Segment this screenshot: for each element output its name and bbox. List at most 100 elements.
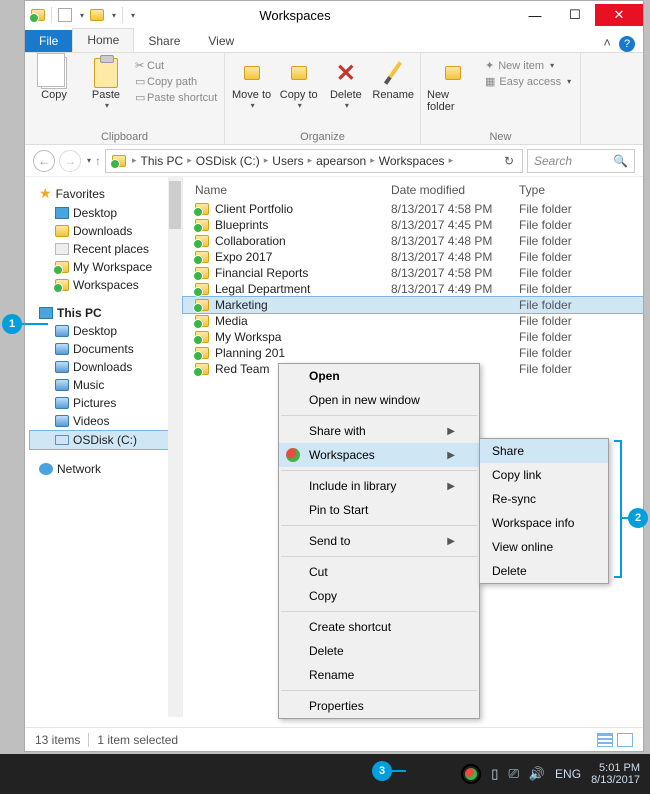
- tray-network-icon[interactable]: ⎚: [508, 766, 518, 782]
- tree-scrollbar[interactable]: [168, 177, 182, 717]
- new-item-button[interactable]: ✦New item ▾: [485, 59, 571, 72]
- location-icon: [112, 155, 126, 167]
- table-row[interactable]: Client Portfolio8/13/2017 4:58 PMFile fo…: [183, 201, 643, 217]
- qat-caret-icon[interactable]: ▾: [80, 11, 84, 20]
- sub-resync[interactable]: Re-sync: [480, 487, 608, 511]
- ctx-cut[interactable]: Cut: [279, 560, 479, 584]
- easy-access-button[interactable]: ▦Easy access ▾: [485, 75, 571, 88]
- tray-battery-icon[interactable]: ▯: [491, 766, 498, 782]
- paste-button[interactable]: Paste▾: [83, 57, 129, 110]
- table-row[interactable]: MediaFile folder: [183, 313, 643, 329]
- star-icon: ★: [39, 185, 52, 202]
- tree-item-downloads[interactable]: Downloads: [29, 222, 182, 240]
- folder-icon: [55, 343, 69, 355]
- folder-icon: [195, 267, 209, 279]
- tree-item[interactable]: Music: [29, 376, 182, 394]
- new-folder-button[interactable]: New folder: [427, 57, 479, 113]
- tree-item[interactable]: Documents: [29, 340, 182, 358]
- table-row[interactable]: My WorkspaFile folder: [183, 329, 643, 345]
- details-view-icon[interactable]: [597, 733, 613, 747]
- table-row[interactable]: Legal Department8/13/2017 4:49 PMFile fo…: [183, 281, 643, 297]
- ctx-rename[interactable]: Rename: [279, 663, 479, 687]
- copy-button[interactable]: Copy: [31, 57, 77, 101]
- ctx-properties[interactable]: Properties: [279, 694, 479, 718]
- help-icon[interactable]: ?: [619, 36, 635, 52]
- tray-language[interactable]: ENG: [555, 767, 581, 781]
- table-row[interactable]: Planning 201File folder: [183, 345, 643, 361]
- favorites-header[interactable]: ★Favorites: [29, 183, 182, 204]
- tab-file[interactable]: File: [25, 30, 72, 52]
- cut-button[interactable]: ✂Cut: [135, 59, 217, 72]
- tray-clock[interactable]: 5:01 PM 8/13/2017: [591, 762, 640, 786]
- close-button[interactable]: ✕: [595, 4, 643, 26]
- rename-button[interactable]: Rename: [372, 57, 414, 101]
- paste-shortcut-button[interactable]: ▭Paste shortcut: [135, 91, 217, 104]
- move-to-button[interactable]: Move to▾: [231, 57, 272, 110]
- sub-delete[interactable]: Delete: [480, 559, 608, 583]
- up-button[interactable]: ↑: [95, 154, 101, 168]
- ctx-include[interactable]: Include in library▶: [279, 474, 479, 498]
- forward-button[interactable]: →: [59, 150, 81, 172]
- tree-item-my-workspace[interactable]: My Workspace: [29, 258, 182, 276]
- copy-path-button[interactable]: ▭Copy path: [135, 75, 217, 88]
- folder-icon: [195, 235, 209, 247]
- ctx-open[interactable]: Open: [279, 364, 479, 388]
- minimize-button[interactable]: —: [515, 4, 555, 26]
- table-row[interactable]: Expo 20178/13/2017 4:48 PMFile folder: [183, 249, 643, 265]
- delete-button[interactable]: ✕Delete▾: [325, 57, 366, 110]
- folder-icon: [195, 203, 209, 215]
- tree-item-desktop[interactable]: Desktop: [29, 204, 182, 222]
- ribbon-collapse-icon[interactable]: ˄: [603, 35, 611, 50]
- tree-item[interactable]: Desktop: [29, 322, 182, 340]
- ctx-workspaces[interactable]: Workspaces▶: [279, 443, 479, 467]
- table-row[interactable]: MarketingFile folder: [183, 297, 643, 313]
- copy-to-button[interactable]: Copy to▾: [278, 57, 319, 110]
- sub-view-online[interactable]: View online: [480, 535, 608, 559]
- sub-copy-link[interactable]: Copy link: [480, 463, 608, 487]
- tab-view[interactable]: View: [194, 30, 248, 52]
- ctx-delete[interactable]: Delete: [279, 639, 479, 663]
- workspace-icon: [55, 279, 69, 291]
- tab-home[interactable]: Home: [72, 28, 134, 52]
- back-button[interactable]: ←: [33, 150, 55, 172]
- tree-item[interactable]: Pictures: [29, 394, 182, 412]
- pc-icon: [39, 307, 53, 319]
- table-row[interactable]: Collaboration8/13/2017 4:48 PMFile folde…: [183, 233, 643, 249]
- new-window-icon[interactable]: [58, 8, 72, 22]
- this-pc-header[interactable]: This PC: [29, 304, 182, 322]
- search-input[interactable]: Search 🔍: [527, 149, 635, 173]
- tree-item-osdisk[interactable]: OSDisk (C:): [29, 430, 182, 450]
- ctx-shortcut[interactable]: Create shortcut: [279, 615, 479, 639]
- search-icon: 🔍: [613, 154, 628, 168]
- folder-icon: [195, 251, 209, 263]
- table-row[interactable]: Blueprints8/13/2017 4:45 PMFile folder: [183, 217, 643, 233]
- ctx-copy[interactable]: Copy: [279, 584, 479, 608]
- sub-share[interactable]: Share: [480, 439, 608, 463]
- address-row: ← → ▾ ↑ ▸ This PC▸ OSDisk (C:)▸ Users▸ a…: [25, 145, 643, 177]
- ctx-pin[interactable]: Pin to Start: [279, 498, 479, 522]
- breadcrumb[interactable]: ▸ This PC▸ OSDisk (C:)▸ Users▸ apearson▸…: [105, 149, 523, 173]
- tab-share[interactable]: Share: [134, 30, 194, 52]
- ctx-share-with[interactable]: Share with▶: [279, 419, 479, 443]
- tray-volume-icon[interactable]: 🔊: [529, 766, 545, 782]
- column-headers[interactable]: Name Date modified Type: [183, 177, 643, 201]
- network-header[interactable]: Network: [29, 460, 182, 478]
- sub-info[interactable]: Workspace info: [480, 511, 608, 535]
- maximize-button[interactable]: ☐: [555, 4, 595, 26]
- icons-view-icon[interactable]: [617, 733, 633, 747]
- folder-icon: [195, 283, 209, 295]
- tree-item-workspaces[interactable]: Workspaces: [29, 276, 182, 294]
- item-count: 13 items: [35, 733, 80, 747]
- tray-workspaces[interactable]: [461, 764, 481, 784]
- tree-item[interactable]: Videos: [29, 412, 182, 430]
- workspace-icon: [55, 261, 69, 273]
- tree-item-recent[interactable]: Recent places: [29, 240, 182, 258]
- ctx-open-new[interactable]: Open in new window: [279, 388, 479, 412]
- table-row[interactable]: Financial Reports8/13/2017 4:58 PMFile f…: [183, 265, 643, 281]
- ctx-send-to[interactable]: Send to▶: [279, 529, 479, 553]
- history-caret-icon[interactable]: ▾: [87, 156, 91, 165]
- network-icon: [39, 463, 53, 475]
- refresh-icon[interactable]: ↻: [498, 154, 520, 168]
- open-folder-icon[interactable]: [90, 9, 104, 21]
- tree-item[interactable]: Downloads: [29, 358, 182, 376]
